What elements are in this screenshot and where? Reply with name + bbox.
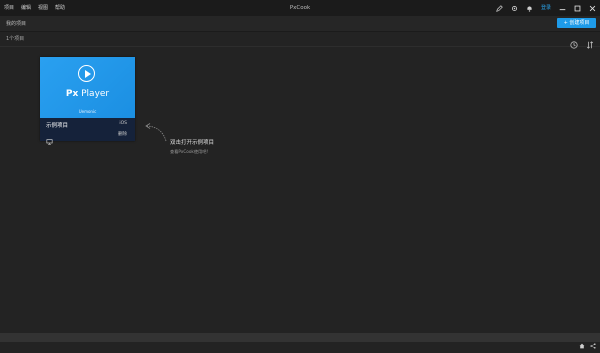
project-header: 我的项目 + 创建项目 [0, 16, 600, 32]
status-bar [0, 333, 600, 349]
page-title: 我的项目 [6, 21, 27, 27]
project-thumbnail[interactable]: Px Player Uemonic [40, 57, 135, 118]
hint-title: 双击打开示例项目 [170, 140, 215, 146]
brand-player: Player [78, 89, 110, 99]
hint-subtitle: 查看PxCook使用吧! [170, 149, 209, 154]
project-card[interactable]: Px Player Uemonic 示例项目 iOS 删除 [40, 57, 135, 145]
project-count-bar: 1个项目 [0, 31, 600, 49]
status-bar-icons [579, 334, 596, 353]
monitor-icon [46, 130, 53, 145]
maximize-icon[interactable] [573, 4, 581, 12]
brand-logo: Px Player [40, 89, 135, 99]
home-icon[interactable] [579, 334, 585, 353]
project-count: 1个项目 [6, 36, 25, 42]
brand-subtitle: Uemonic [78, 109, 97, 114]
sort-icon[interactable] [586, 34, 594, 53]
title-bar: 项目 编辑 视图 帮助 PxCook 登录 [0, 0, 600, 16]
delete-project-link[interactable]: 删除 [118, 131, 127, 137]
clock-icon[interactable] [570, 34, 578, 53]
titlebar-controls: 登录 [496, 0, 596, 16]
curved-arrow-icon [145, 123, 167, 142]
create-project-button[interactable]: + 创建项目 [557, 18, 596, 28]
view-tools [570, 34, 594, 53]
project-name: 示例项目 [46, 123, 69, 129]
close-icon[interactable] [588, 4, 596, 12]
settings-icon[interactable] [511, 4, 519, 12]
brand-px: Px [65, 89, 79, 99]
minimize-icon[interactable] [558, 4, 566, 12]
pen-icon[interactable] [496, 4, 504, 12]
share-icon[interactable] [590, 334, 596, 353]
bell-icon[interactable] [526, 4, 534, 12]
play-icon [78, 65, 95, 82]
project-platform: iOS [119, 121, 127, 126]
login-link[interactable]: 登录 [541, 0, 551, 16]
